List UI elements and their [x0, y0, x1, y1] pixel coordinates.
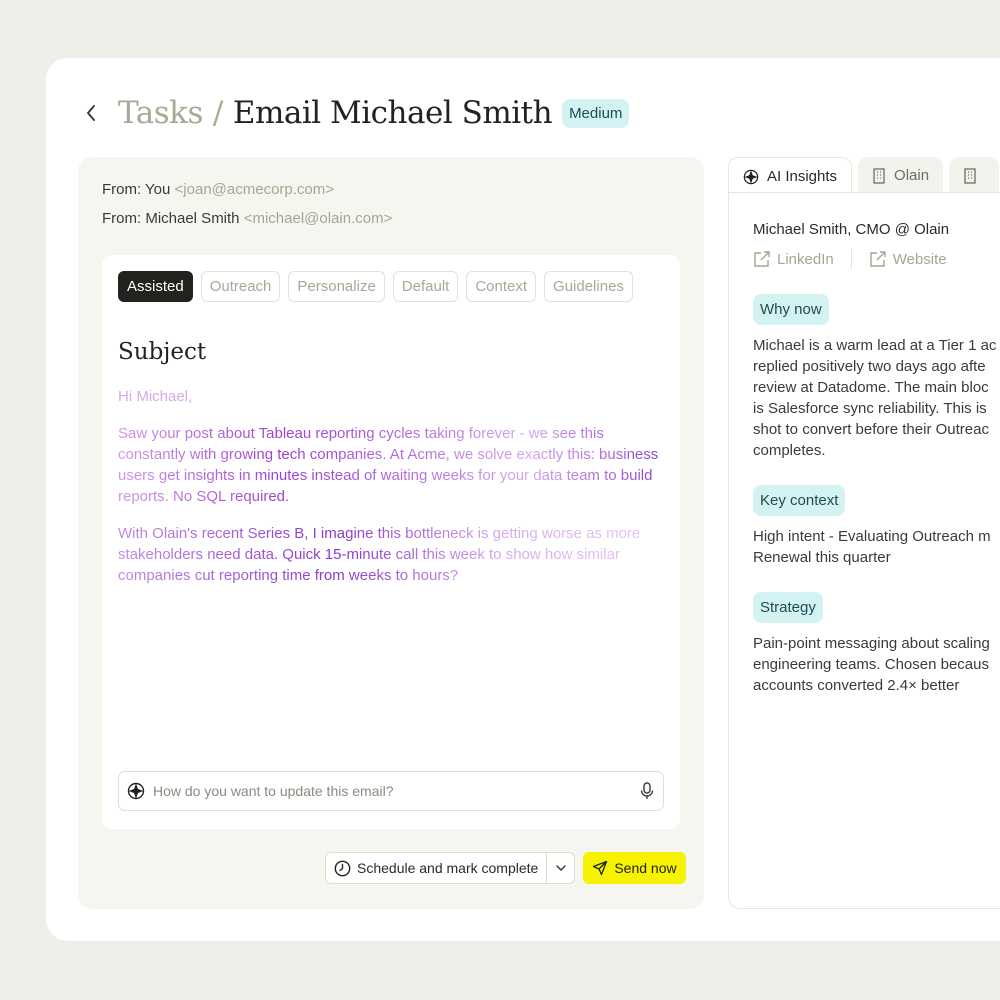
breadcrumb-tasks-link[interactable]: Tasks [118, 95, 203, 131]
schedule-options-button[interactable] [546, 853, 574, 883]
schedule-button-label: Schedule and mark complete [357, 860, 539, 876]
email-paragraph-1: Saw your post about Tableau reporting cy… [118, 423, 666, 507]
ai-sparkle-icon [743, 169, 759, 184]
tab-olain[interactable]: Olain [858, 157, 944, 194]
chevron-left-icon [87, 105, 95, 121]
chip-personalize[interactable]: Personalize [288, 271, 385, 302]
chip-context[interactable]: Context [466, 271, 537, 302]
tab-ai-insights[interactable]: AI Insights [728, 157, 853, 195]
email-greeting: Hi Michael, [118, 388, 193, 405]
external-link-icon [870, 251, 886, 267]
microphone-icon[interactable] [639, 782, 655, 800]
ai-sparkle-icon [127, 782, 145, 800]
linkedin-label: LinkedIn [777, 250, 834, 268]
strategy-text: Pain-point messaging about scaling engin… [753, 635, 990, 694]
page-header: Tasks / Email Michael Smith Medium [84, 92, 630, 134]
mode-chips: Assisted Outreach Personalize Default Co… [118, 271, 633, 302]
insights-panel: Michael Smith, CMO @ Olain LinkedIn Webs… [728, 192, 1000, 909]
from-you-address: <joan@acmecorp.com> [174, 181, 335, 198]
ai-prompt-box [118, 771, 664, 811]
external-link-icon [754, 251, 770, 267]
chip-guidelines[interactable]: Guidelines [544, 271, 633, 302]
tab-ai-insights-label: AI Insights [767, 168, 838, 185]
back-button[interactable] [84, 93, 106, 133]
email-panel: From: You <joan@acmecorp.com> From: Mich… [78, 157, 704, 909]
chip-default[interactable]: Default [392, 271, 459, 302]
contact-links: LinkedIn Website [753, 249, 947, 269]
links-divider [850, 249, 852, 269]
page-title: Email Michael Smith [232, 95, 553, 131]
website-link[interactable]: Website [869, 250, 947, 268]
send-now-button[interactable]: Send now [583, 852, 686, 884]
insights-tabs: AI Insights Olain [728, 157, 1000, 195]
chip-assisted[interactable]: Assisted [118, 271, 193, 302]
breadcrumb: Tasks / Email Michael Smith [118, 95, 553, 131]
building-icon [964, 167, 976, 184]
why-now-text: Michael is a warm lead at a Tier 1 ac re… [753, 337, 997, 459]
from-you-line: From: You <joan@acmecorp.com> [102, 181, 334, 198]
strategy-tag: Strategy [753, 592, 823, 623]
tab-third[interactable] [949, 157, 1000, 194]
from-contact-label: From: Michael Smith [102, 210, 240, 227]
website-label: Website [892, 250, 947, 268]
key-context-text: High intent - Evaluating Outreach m Rene… [753, 528, 991, 566]
email-paragraph-2: With Olain's recent Series B, I imagine … [118, 523, 666, 586]
priority-badge: Medium [562, 98, 630, 128]
email-editor: Assisted Outreach Personalize Default Co… [102, 255, 680, 829]
from-contact-line: From: Michael Smith <michael@olain.com> [102, 210, 392, 227]
breadcrumb-separator: / [212, 95, 223, 131]
tab-olain-label: Olain [894, 167, 930, 184]
contact-title: Michael Smith, CMO @ Olain [753, 221, 950, 238]
chevron-down-icon [556, 865, 566, 872]
schedule-button[interactable]: Schedule and mark complete [326, 853, 546, 883]
email-actions: Schedule and mark complete Send now [325, 852, 686, 884]
paper-plane-icon [593, 860, 608, 876]
from-contact-address: <michael@olain.com> [243, 210, 393, 227]
why-now-tag: Why now [753, 294, 829, 325]
chip-outreach[interactable]: Outreach [200, 271, 281, 302]
email-subject[interactable]: Subject [118, 339, 206, 365]
schedule-split-button: Schedule and mark complete [325, 852, 576, 884]
send-now-label: Send now [614, 860, 677, 876]
ai-prompt-input[interactable] [153, 783, 639, 799]
clock-icon [334, 860, 351, 876]
building-icon [873, 167, 885, 184]
from-you-label: From: You [102, 181, 171, 198]
key-context-tag: Key context [753, 485, 846, 516]
linkedin-link[interactable]: LinkedIn [753, 250, 834, 268]
email-body[interactable]: Hi Michael, Saw your post about Tableau … [118, 386, 666, 602]
